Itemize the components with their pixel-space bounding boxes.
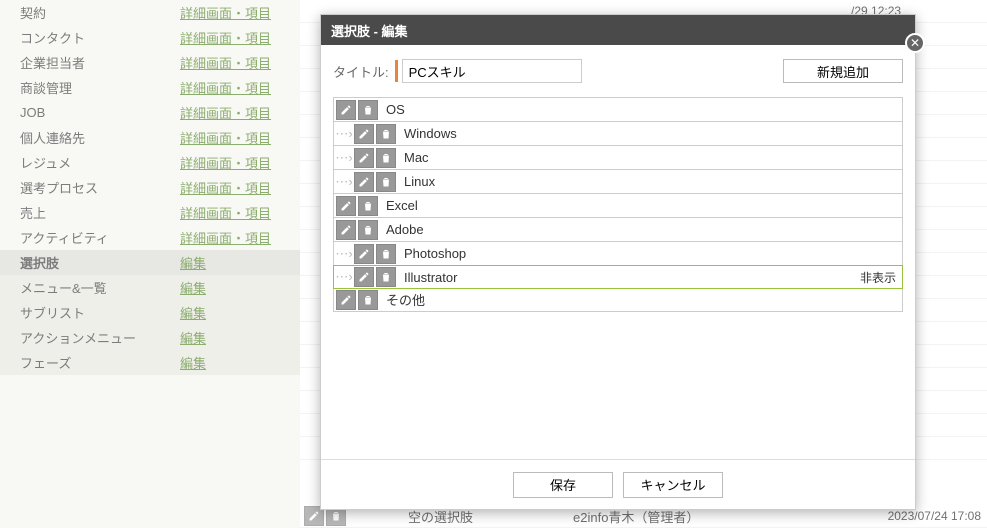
tree-label: OS <box>386 102 405 117</box>
trash-icon[interactable] <box>358 196 378 216</box>
title-input[interactable] <box>402 59 582 83</box>
modal-header: 選択肢 - 編集 <box>321 15 915 45</box>
trash-icon[interactable] <box>376 124 396 144</box>
tree-label: Windows <box>404 126 457 141</box>
modal-footer: 保存 キャンセル <box>321 459 915 509</box>
tree-label: Adobe <box>386 222 424 237</box>
row-suffix: 非表示 <box>860 269 896 286</box>
tree-label: Illustrator <box>404 270 457 285</box>
add-button[interactable]: 新規追加 <box>783 59 903 83</box>
tree-label: Excel <box>386 198 418 213</box>
tree-row[interactable]: ⋯› Illustrator 非表示 <box>333 265 903 289</box>
required-indicator <box>395 60 398 82</box>
trash-icon[interactable] <box>376 267 396 287</box>
trash-icon[interactable] <box>376 172 396 192</box>
pencil-icon[interactable] <box>354 172 374 192</box>
pencil-icon[interactable] <box>336 290 356 310</box>
branch-icon: ⋯› <box>334 170 354 193</box>
tree-row[interactable]: Excel <box>334 194 902 218</box>
tree-row[interactable]: ⋯› Windows <box>334 122 902 146</box>
pencil-icon[interactable] <box>336 220 356 240</box>
tree-row[interactable]: ⋯› Linux <box>334 170 902 194</box>
tree-row[interactable]: ⋯› Photoshop <box>334 242 902 266</box>
pencil-icon[interactable] <box>336 196 356 216</box>
branch-icon: ⋯› <box>334 122 354 145</box>
tree-label: Photoshop <box>404 246 466 261</box>
branch-icon: ⋯› <box>334 146 354 169</box>
close-icon[interactable]: ✕ <box>905 33 925 53</box>
trash-icon[interactable] <box>358 290 378 310</box>
save-button[interactable]: 保存 <box>513 472 613 498</box>
trash-icon[interactable] <box>376 244 396 264</box>
tree-row[interactable]: Adobe <box>334 218 902 242</box>
modal-title: 選択肢 - 編集 <box>331 21 408 40</box>
branch-icon: ⋯› <box>334 242 354 265</box>
tree-label: Mac <box>404 150 429 165</box>
trash-icon[interactable] <box>358 220 378 240</box>
modal: 選択肢 - 編集 ✕ タイトル: 新規追加 OS⋯›Windows⋯›Mac⋯›… <box>320 14 916 510</box>
branch-icon: ⋯› <box>334 266 354 288</box>
trash-icon[interactable] <box>358 100 378 120</box>
pencil-icon[interactable] <box>354 148 374 168</box>
tree-label: その他 <box>386 290 425 309</box>
modal-body: タイトル: 新規追加 OS ⋯› Windows ⋯› Mac ⋯› Linux Excel A… <box>321 45 915 459</box>
title-label: タイトル: <box>333 62 389 81</box>
trash-icon[interactable] <box>376 148 396 168</box>
pencil-icon[interactable] <box>354 244 374 264</box>
tree-row[interactable]: OS <box>334 98 902 122</box>
cancel-button[interactable]: キャンセル <box>623 472 723 498</box>
tree-row[interactable]: ⋯› Mac <box>334 146 902 170</box>
pencil-icon[interactable] <box>336 100 356 120</box>
option-tree: OS ⋯› Windows ⋯› Mac ⋯› Linux Excel Adobe ⋯› Photo… <box>333 97 903 312</box>
tree-label: Linux <box>404 174 435 189</box>
tree-row[interactable]: その他 <box>334 288 902 312</box>
pencil-icon[interactable] <box>354 124 374 144</box>
pencil-icon[interactable] <box>354 267 374 287</box>
